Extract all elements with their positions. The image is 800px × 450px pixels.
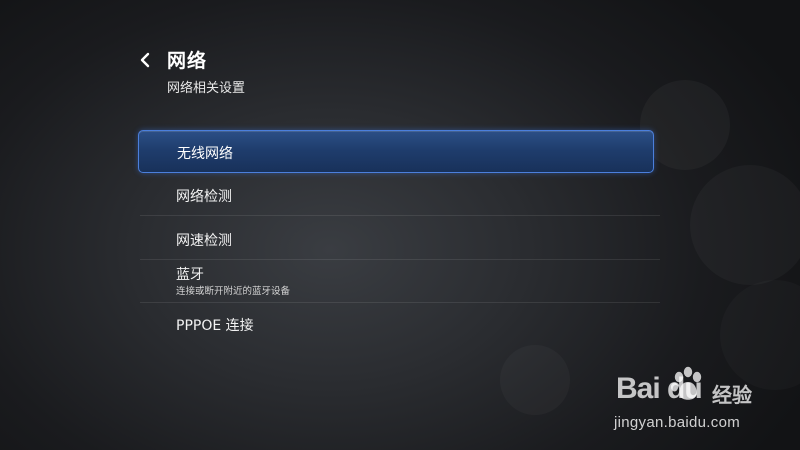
watermark-url: jingyan.baidu.com bbox=[614, 414, 741, 431]
menu-item-wireless-network[interactable]: 无线网络 bbox=[138, 130, 654, 173]
menu-item-pppoe[interactable]: PPPOE 连接 bbox=[140, 303, 660, 346]
page-title: 网络 bbox=[167, 50, 208, 72]
menu-item-label: 蓝牙 bbox=[176, 267, 204, 283]
paw-logo-icon bbox=[670, 366, 706, 404]
watermark-jingyan: 经验 bbox=[712, 383, 752, 407]
menu-item-speed-test[interactable]: 网速检测 bbox=[140, 216, 660, 260]
baidu-jingyan-watermark: Bai du 经验 jingyan.baidu.com bbox=[610, 362, 790, 442]
menu-item-label: 网速检测 bbox=[176, 233, 232, 249]
menu-item-label: 无线网络 bbox=[177, 146, 233, 162]
menu-item-label: 网络检测 bbox=[176, 189, 232, 205]
background-bokeh bbox=[500, 345, 570, 415]
background-bokeh bbox=[690, 165, 800, 285]
page-subtitle: 网络相关设置 bbox=[167, 81, 246, 96]
menu-item-bluetooth[interactable]: 蓝牙 连接或断开附近的蓝牙设备 bbox=[140, 260, 660, 303]
menu-item-network-check[interactable]: 网络检测 bbox=[140, 173, 660, 216]
menu-item-label: PPPOE 连接 bbox=[176, 318, 254, 334]
menu-item-description: 连接或断开附近的蓝牙设备 bbox=[176, 286, 291, 297]
chevron-left-icon[interactable] bbox=[138, 51, 154, 69]
